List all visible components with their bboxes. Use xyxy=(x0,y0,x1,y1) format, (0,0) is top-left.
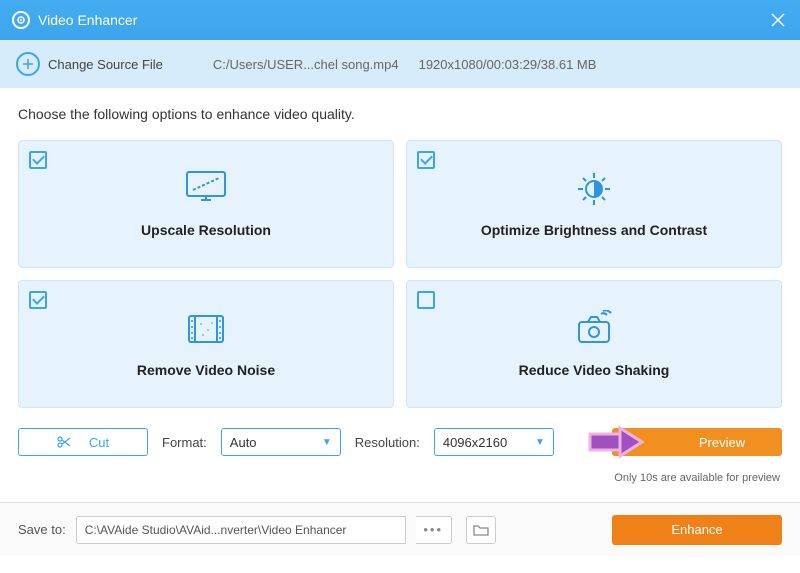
annotation-arrow-icon xyxy=(586,422,646,462)
format-value: Auto xyxy=(230,435,257,450)
option-remove-noise[interactable]: Remove Video Noise xyxy=(18,280,394,408)
source-file-info: 1920x1080/00:03:29/38.61 MB xyxy=(419,57,597,72)
option-optimize-brightness[interactable]: Optimize Brightness and Contrast xyxy=(406,140,782,268)
controls-row: Cut Format: Auto ▼ Resolution: 4096x2160… xyxy=(18,428,782,456)
main-panel: Choose the following options to enhance … xyxy=(0,88,800,502)
brightness-icon xyxy=(571,170,617,208)
source-file-path: C:/Users/USER...chel song.mp4 xyxy=(213,57,399,72)
chevron-down-icon: ▼ xyxy=(322,437,332,448)
camera-icon xyxy=(571,310,617,348)
preview-label: Preview xyxy=(699,435,745,450)
enhance-button[interactable]: Enhance xyxy=(612,515,782,545)
format-label: Format: xyxy=(162,435,207,450)
chevron-down-icon: ▼ xyxy=(535,437,545,448)
resolution-select[interactable]: 4096x2160 ▼ xyxy=(434,428,554,456)
resolution-label: Resolution: xyxy=(355,435,420,450)
cut-label: Cut xyxy=(89,435,109,450)
film-icon xyxy=(183,310,229,348)
titlebar: Video Enhancer xyxy=(0,0,800,40)
scissors-icon xyxy=(57,435,71,449)
change-source-button[interactable]: Change Source File xyxy=(48,57,163,72)
checkbox-icon[interactable] xyxy=(417,291,435,309)
option-label: Upscale Resolution xyxy=(141,222,271,238)
option-label: Reduce Video Shaking xyxy=(519,362,670,378)
cut-button[interactable]: Cut xyxy=(18,428,148,456)
format-select[interactable]: Auto ▼ xyxy=(221,428,341,456)
footer: Save to: ••• Enhance xyxy=(0,502,800,556)
app-title: Video Enhancer xyxy=(38,12,137,28)
open-folder-button[interactable] xyxy=(466,516,496,544)
enhance-label: Enhance xyxy=(671,522,722,537)
resolution-value: 4096x2160 xyxy=(443,435,507,450)
option-upscale-resolution[interactable]: Upscale Resolution xyxy=(18,140,394,268)
preview-note: Only 10s are available for preview xyxy=(18,472,782,484)
options-grid: Upscale Resolution Optimize Bright xyxy=(18,140,782,408)
close-button[interactable] xyxy=(768,10,788,30)
source-toolbar: Change Source File C:/Users/USER...chel … xyxy=(0,40,800,88)
save-path-more-button[interactable]: ••• xyxy=(416,516,452,544)
monitor-icon xyxy=(183,170,229,208)
folder-icon xyxy=(473,524,489,536)
checkbox-icon[interactable] xyxy=(417,151,435,169)
instruction-text: Choose the following options to enhance … xyxy=(18,106,782,122)
add-source-icon[interactable] xyxy=(16,52,40,76)
option-reduce-shaking[interactable]: Reduce Video Shaking xyxy=(406,280,782,408)
checkbox-icon[interactable] xyxy=(29,151,47,169)
checkbox-icon[interactable] xyxy=(29,291,47,309)
app-logo-icon xyxy=(12,11,30,29)
save-to-label: Save to: xyxy=(18,522,66,537)
option-label: Optimize Brightness and Contrast xyxy=(481,222,707,238)
option-label: Remove Video Noise xyxy=(137,362,275,378)
preview-button[interactable]: Preview xyxy=(612,428,782,456)
save-path-input[interactable] xyxy=(76,516,406,544)
